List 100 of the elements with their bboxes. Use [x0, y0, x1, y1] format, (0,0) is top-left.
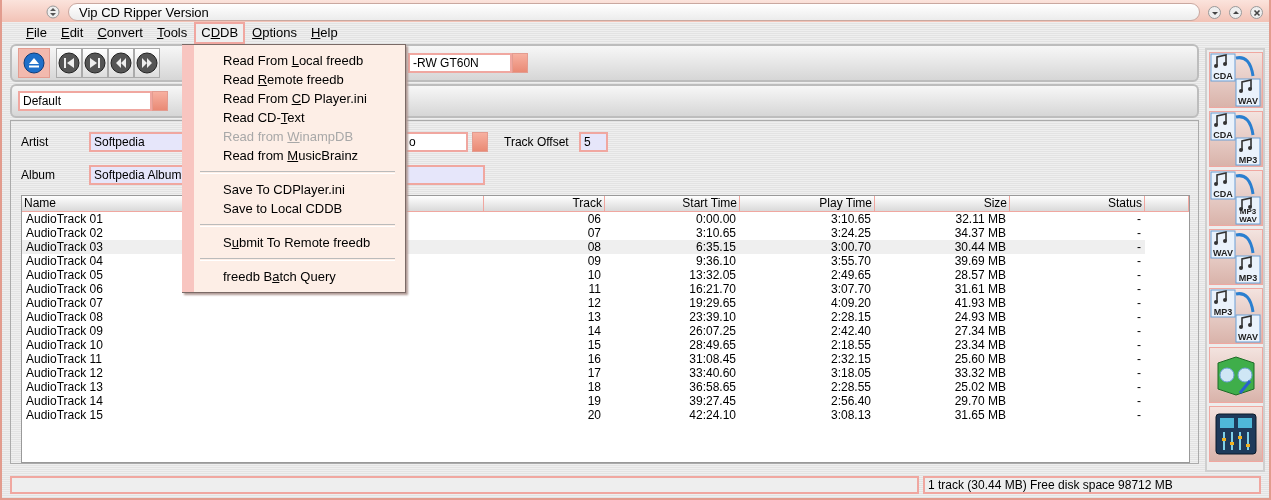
table-cell: -	[1137, 324, 1141, 338]
table-cell: 2:42.40	[830, 324, 871, 338]
format-label: WAV	[1238, 96, 1258, 106]
table-cell: 30.44 MB	[954, 240, 1006, 254]
table-cell: -	[1137, 268, 1141, 282]
table-cell: 18	[587, 380, 601, 394]
table-cell: -	[1137, 338, 1141, 352]
table-cell: 14	[587, 324, 601, 338]
table-cell: AudioTrack 04	[26, 254, 103, 268]
table-cell: 09	[587, 254, 601, 268]
table-cell: 29.70 MB	[954, 394, 1006, 408]
format-label: MP3	[1239, 207, 1257, 216]
format-label: MP3	[1238, 273, 1258, 283]
table-cell: 2:49.65	[830, 268, 871, 282]
table-cell: 33.32 MB	[954, 366, 1006, 380]
field-label: Track Offset	[504, 134, 570, 151]
table-cell: AudioTrack 15	[26, 408, 103, 422]
table-cell: 39:27.45	[689, 394, 736, 408]
table-cell: AudioTrack 02	[26, 226, 103, 240]
table-cell: 19	[587, 394, 601, 408]
table-cell: -	[1137, 380, 1141, 394]
table-cell: 08	[587, 240, 601, 254]
format-label: MP3	[1213, 307, 1233, 317]
table-cell: 39.69 MB	[954, 254, 1006, 268]
format-label: CDA	[1213, 71, 1233, 81]
table-cell: 3:24.25	[830, 226, 871, 240]
table-cell: 27.34 MB	[954, 324, 1006, 338]
table-cell: AudioTrack 12	[26, 366, 103, 380]
table-cell: 3:08.13	[830, 408, 871, 422]
table-cell: -	[1137, 296, 1141, 310]
table-cell: 10	[587, 268, 601, 282]
table-cell: 32.11 MB	[955, 212, 1006, 226]
table-cell: 20	[587, 408, 601, 422]
table-cell: 13	[587, 310, 601, 324]
table-cell: 3:00.70	[830, 240, 871, 254]
field-label: Artist	[21, 134, 50, 151]
table-cell: AudioTrack 10	[26, 338, 103, 352]
table-cell: AudioTrack 08	[26, 310, 103, 324]
table-cell: AudioTrack 13	[26, 380, 103, 394]
table-cell: 31.61 MB	[954, 282, 1006, 296]
table-cell: -	[1137, 226, 1141, 240]
table-cell: 4:09.20	[830, 296, 871, 310]
table-cell: AudioTrack 05	[26, 268, 103, 282]
format-label: MP3	[1238, 155, 1258, 165]
table-cell: 2:32.15	[830, 352, 871, 366]
table-cell: 23.34 MB	[954, 338, 1006, 352]
table-cell: 06	[587, 212, 601, 226]
table-cell: 28:49.65	[689, 338, 736, 352]
table-cell: AudioTrack 06	[26, 282, 103, 296]
status-text: 1 track (30.44 MB) Free disk space 98712 MB	[923, 476, 1261, 494]
table-cell: 34.37 MB	[954, 226, 1006, 240]
format-label: CDA	[1213, 130, 1233, 140]
table-cell: -	[1137, 240, 1141, 254]
table-cell: 2:56.40	[830, 394, 871, 408]
table-cell: 15	[587, 338, 601, 352]
table-cell: -	[1137, 394, 1141, 408]
table-cell: 33:40.60	[689, 366, 736, 380]
table-cell: AudioTrack 01	[26, 212, 103, 226]
table-cell: AudioTrack 09	[26, 324, 103, 338]
table-cell: 19:29.65	[689, 296, 736, 310]
table-cell: 9:36.10	[695, 254, 736, 268]
table-cell: 28.57 MB	[954, 268, 1006, 282]
table-cell: 31.65 MB	[954, 408, 1006, 422]
table-cell: 25.02 MB	[954, 380, 1006, 394]
table-cell: 3:10.65	[830, 212, 871, 226]
table-cell: 16:21.70	[689, 282, 736, 296]
table-cell: -	[1137, 366, 1141, 380]
field-label: Album	[21, 167, 56, 184]
table-cell: 16	[587, 352, 601, 366]
table-cell: AudioTrack 03	[26, 240, 103, 254]
table-cell: 3:55.70	[830, 254, 871, 268]
table-cell: 12	[587, 296, 601, 310]
table-cell: 24.93 MB	[954, 310, 1006, 324]
table-cell: 41.93 MB	[954, 296, 1006, 310]
table-cell: 3:07.70	[830, 282, 871, 296]
table-cell: -	[1137, 212, 1141, 226]
table-cell: 26:07.25	[689, 324, 736, 338]
table-cell: 23:39.10	[689, 310, 736, 324]
table-cell: 2:18.55	[830, 338, 871, 352]
table-cell: -	[1137, 254, 1141, 268]
table-cell: -	[1137, 282, 1141, 296]
window-title: Vip CD Ripper Version	[68, 3, 1200, 21]
table-cell: -	[1137, 352, 1141, 366]
format-label: CDA	[1213, 189, 1233, 199]
table-cell: AudioTrack 14	[26, 394, 103, 408]
table-cell: AudioTrack 11	[26, 352, 103, 366]
table-cell: 11	[588, 282, 601, 296]
table-cell: 25.60 MB	[954, 352, 1006, 366]
table-cell: 13:32.05	[689, 268, 736, 282]
table-cell: -	[1137, 408, 1141, 422]
table-cell: 36:58.65	[689, 380, 736, 394]
table-cell: 31:08.45	[689, 352, 736, 366]
format-label: WAV	[1239, 215, 1257, 224]
table-cell: 17	[587, 366, 601, 380]
table-cell: 2:28.55	[830, 380, 871, 394]
table-cell: 07	[587, 226, 601, 240]
format-label: WAV	[1213, 248, 1233, 258]
table-cell: 3:18.05	[830, 366, 871, 380]
table-cell: -	[1137, 310, 1141, 324]
table-cell: AudioTrack 07	[26, 296, 103, 310]
